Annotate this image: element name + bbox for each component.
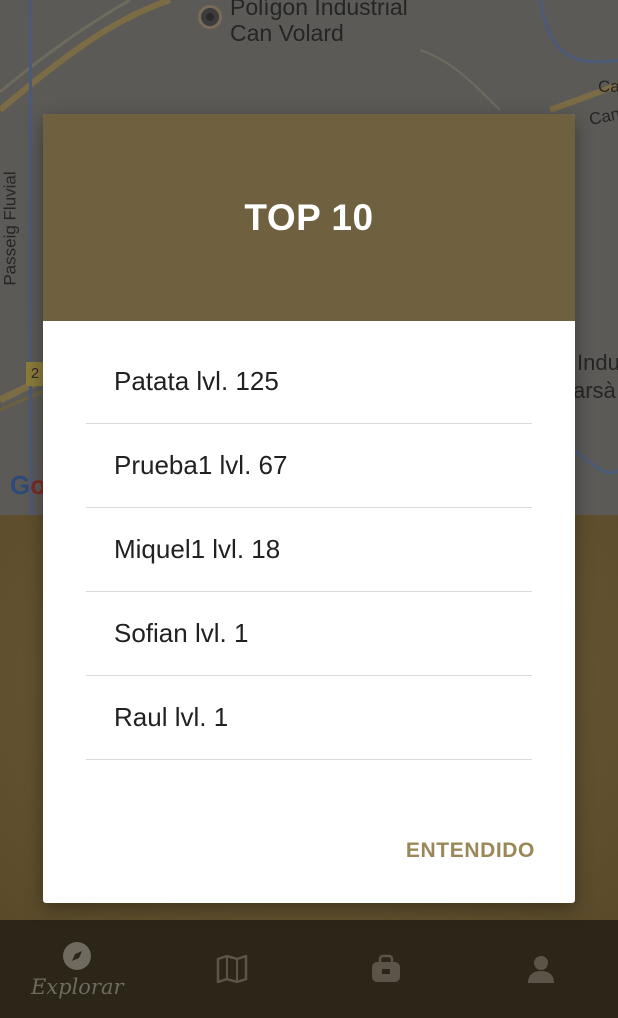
backpack-icon [369, 952, 403, 986]
ranking-list-item[interactable]: Patata lvl. 125 [86, 340, 532, 424]
person-icon [524, 952, 558, 986]
map-label-poligon: Polígon Industrial Can Volard [230, 0, 408, 46]
dialog-actions: ENTENDIDO [406, 839, 535, 863]
nav-item-profile[interactable] [464, 920, 618, 1018]
entendido-button[interactable]: ENTENDIDO [406, 839, 535, 863]
ranking-list-item[interactable]: Prueba1 lvl. 67 [86, 424, 532, 508]
google-logo: Go [10, 470, 47, 500]
ranking-list-item[interactable]: Miquel1 lvl. 18 [86, 508, 532, 592]
nav-label-explorar: Explorar [30, 975, 124, 999]
map-label-indu: Indu [577, 350, 618, 375]
road-number-badge: 2 [26, 362, 44, 386]
poi-marker-icon[interactable] [198, 5, 222, 29]
nav-item-map[interactable] [155, 920, 310, 1018]
nav-item-backpack[interactable] [309, 920, 464, 1018]
nav-item-explorar[interactable]: Explorar [0, 920, 155, 1018]
map-label-passeig: Passeig Fluvial [0, 171, 20, 286]
dialog-header: TOP 10 [43, 114, 575, 321]
map-label-can-a: Ca [598, 77, 618, 96]
bottom-navigation: Explorar [0, 920, 618, 1018]
compass-icon [60, 939, 94, 973]
map-icon [215, 952, 249, 986]
ranking-list-item[interactable]: Raul lvl. 1 [86, 676, 532, 760]
map-label-arsa: arsà [573, 378, 616, 403]
dialog-title: TOP 10 [244, 196, 374, 238]
ranking-list-item[interactable]: Sofian lvl. 1 [86, 592, 532, 676]
ranking-list: Patata lvl. 125 Prueba1 lvl. 67 Miquel1 … [86, 340, 532, 760]
top10-dialog: TOP 10 Patata lvl. 125 Prueba1 lvl. 67 M… [43, 114, 575, 903]
